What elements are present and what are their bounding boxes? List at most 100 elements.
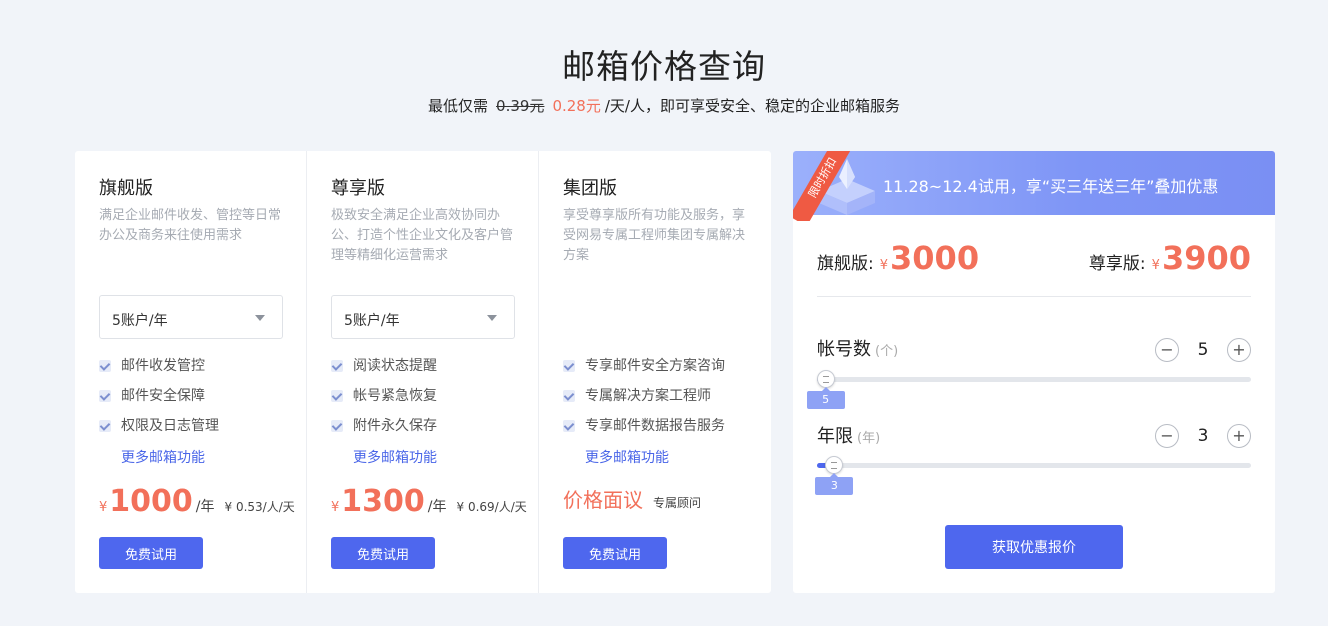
years-stepper: − 3 + (1155, 424, 1251, 448)
feature-item: 帐号紧急恢复 (331, 381, 437, 411)
currency-symbol: ¥ (331, 500, 340, 515)
page-subtitle: 最低仅需 0.39元 0.28元/天/人，即可享受安全、稳定的企业邮箱服务 (0, 95, 1328, 116)
more-features-link[interactable]: 更多邮箱功能 (121, 447, 205, 467)
plans-panel: 旗舰版 满足企业邮件收发、管控等日常办公及商务来往使用需求 5账户/年 邮件收发… (75, 151, 771, 593)
check-icon (99, 360, 111, 372)
chevron-down-icon (487, 315, 497, 321)
price-amount: 1300 (341, 484, 425, 519)
new-price: 0.28元 (552, 97, 601, 115)
plan-group: 集团版 享受尊享版所有功能及服务，享受网易专属工程师集团专属解决方案 专享邮件安… (539, 151, 771, 593)
feature-item: 专享邮件安全方案咨询 (563, 351, 725, 381)
currency-symbol: ¥ (879, 258, 889, 273)
banner-text: 11.28~12.4试用，享“买三年送三年”叠加优惠 (883, 177, 1219, 196)
get-quote-button[interactable]: 获取优惠报价 (945, 525, 1123, 569)
check-icon (99, 390, 111, 402)
slider-value-bubble: 3 (815, 473, 854, 495)
account-select[interactable]: 5账户/年 (99, 295, 283, 339)
plan-name: 尊享版 (331, 178, 385, 199)
plan-price: ¥ 1300 /年 ¥ 0.69/人/天 (331, 484, 527, 519)
years-value: 3 (1197, 426, 1209, 446)
price-daily: ¥ 0.69/人/天 (456, 500, 527, 514)
feature-list: 邮件收发管控 邮件安全保障 权限及日志管理 (99, 351, 219, 441)
feature-item: 邮件安全保障 (99, 381, 219, 411)
years-decrement-button[interactable]: − (1155, 424, 1179, 448)
consultant-label: 专属顾问 (653, 496, 702, 510)
free-trial-button[interactable]: 免费试用 (331, 537, 435, 569)
years-slider[interactable]: 3 (815, 456, 1251, 495)
chevron-down-icon (255, 315, 265, 321)
tier-amount: 3000 (890, 239, 980, 277)
promo-banner: 限时折扣 11.28~12.4试用，享“买三年送三年”叠加优惠 (793, 151, 1275, 221)
accounts-stepper: − 5 + (1155, 338, 1251, 362)
select-value: 5账户/年 (344, 313, 400, 329)
years-label-text: 年限 (817, 426, 853, 447)
feature-label: 专享邮件安全方案咨询 (585, 358, 725, 374)
select-value: 5账户/年 (112, 313, 168, 329)
slider-track (817, 463, 1251, 468)
slider-thumb[interactable] (825, 456, 844, 474)
check-icon (563, 360, 575, 372)
discount-ribbon-wrap: 限时折扣 (793, 151, 863, 221)
plan-flagship: 旗舰版 满足企业邮件收发、管控等日常办公及商务来往使用需求 5账户/年 邮件收发… (75, 151, 307, 593)
plan-desc: 极致安全满足企业高效协同办公、打造个性企业文化及客户管理等精细化运营需求 (331, 208, 514, 263)
free-trial-button[interactable]: 免费试用 (99, 537, 203, 569)
currency-symbol: ¥ (99, 500, 108, 515)
feature-list: 专享邮件安全方案咨询 专属解决方案工程师 专享邮件数据报告服务 (563, 351, 725, 441)
feature-label: 专享邮件数据报告服务 (585, 418, 725, 434)
free-trial-button[interactable]: 免费试用 (563, 537, 667, 569)
price-unit: /年 (195, 499, 215, 515)
check-icon (331, 390, 343, 402)
plan-desc: 满足企业邮件收发、管控等日常办公及商务来往使用需求 (99, 208, 282, 243)
slider-track (817, 377, 1251, 382)
more-features-link[interactable]: 更多邮箱功能 (353, 447, 437, 467)
feature-label: 专属解决方案工程师 (585, 388, 711, 404)
accounts-increment-button[interactable]: + (1227, 338, 1251, 362)
accounts-unit: (个) (875, 344, 899, 359)
feature-label: 邮件收发管控 (121, 358, 205, 374)
price-unit: /年 (427, 499, 447, 515)
feature-label: 阅读状态提醒 (353, 358, 437, 374)
feature-list: 阅读状态提醒 帐号紧急恢复 附件永久保存 (331, 351, 437, 441)
accounts-label-text: 帐号数 (817, 339, 871, 360)
feature-item: 阅读状态提醒 (331, 351, 437, 381)
tier-flagship-price: 旗舰版: ¥ 3000 (817, 239, 979, 277)
more-features-link[interactable]: 更多邮箱功能 (585, 447, 669, 467)
feature-item: 专享邮件数据报告服务 (563, 411, 725, 441)
price-negotiable: 价格面议 (563, 488, 643, 512)
accounts-label: 帐号数 (个) (817, 335, 898, 361)
check-icon (99, 420, 111, 432)
feature-label: 附件永久保存 (353, 418, 437, 434)
accounts-decrement-button[interactable]: − (1155, 338, 1179, 362)
feature-item: 邮件收发管控 (99, 351, 219, 381)
tier-label: 尊享版: (1088, 254, 1146, 274)
plan-name: 集团版 (563, 178, 617, 199)
currency-symbol: ¥ (1151, 258, 1160, 273)
discount-ribbon: 限时折扣 (793, 151, 857, 221)
subtitle-prefix: 最低仅需 (428, 97, 489, 115)
feature-label: 权限及日志管理 (121, 418, 219, 434)
feature-item: 附件永久保存 (331, 411, 437, 441)
tier-premium-price: 尊享版: ¥ 3900 (1089, 239, 1251, 277)
feature-label: 邮件安全保障 (121, 388, 205, 404)
check-icon (331, 360, 343, 372)
accounts-value: 5 (1197, 340, 1209, 360)
tier-label: 旗舰版: (817, 254, 874, 274)
years-unit: (年) (857, 431, 881, 446)
check-icon (563, 420, 575, 432)
years-increment-button[interactable]: + (1227, 424, 1251, 448)
page-title: 邮箱价格查询 (562, 47, 766, 86)
plan-price: 价格面议 专属顾问 (563, 484, 701, 513)
price-amount: 1000 (109, 484, 193, 519)
old-price: 0.39元 (496, 97, 545, 115)
feature-label: 帐号紧急恢复 (353, 388, 437, 404)
check-icon (331, 420, 343, 432)
price-daily: ¥ 0.53/人/天 (224, 500, 295, 514)
account-select[interactable]: 5账户/年 (331, 295, 515, 339)
feature-item: 专属解决方案工程师 (563, 381, 725, 411)
tier-amount: 3900 (1161, 239, 1251, 277)
accounts-slider[interactable]: 5 (806, 370, 1251, 409)
check-icon (563, 390, 575, 402)
feature-item: 权限及日志管理 (99, 411, 219, 441)
plan-price: ¥ 1000 /年 ¥ 0.53/人/天 (99, 484, 295, 519)
slider-thumb[interactable] (816, 370, 835, 388)
